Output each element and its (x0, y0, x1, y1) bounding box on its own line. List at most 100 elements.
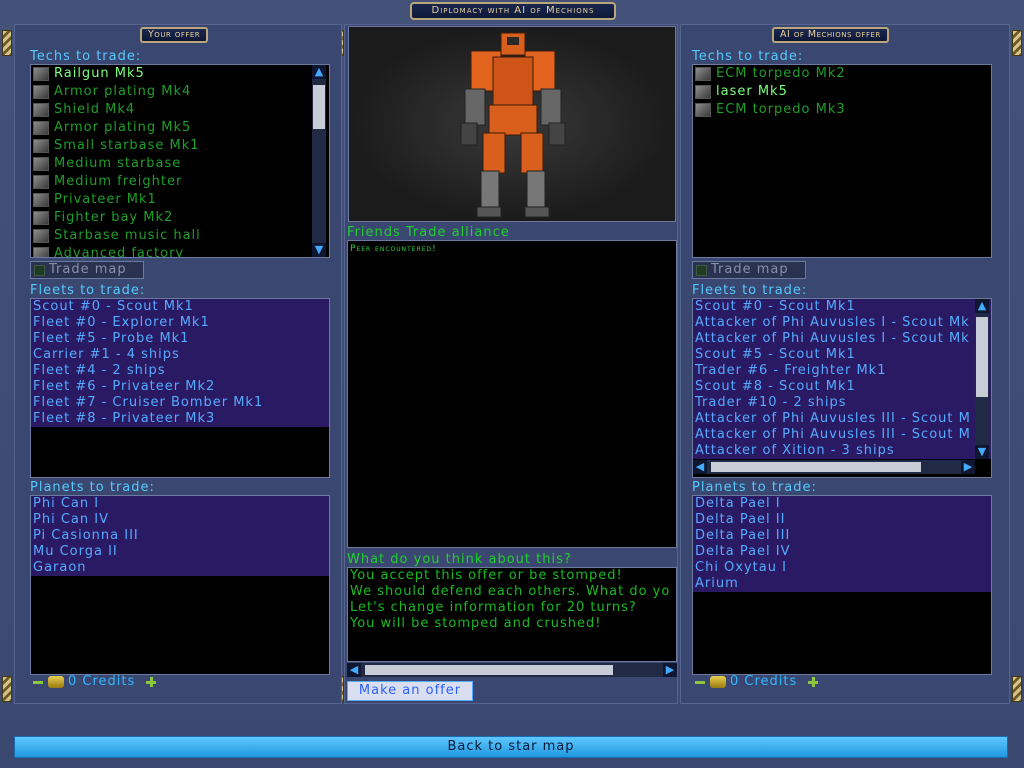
armor-icon (33, 121, 49, 135)
tech-list-item[interactable]: Armor plating Mk5 (31, 119, 329, 137)
checkbox[interactable] (34, 265, 45, 276)
planet-list-item[interactable]: Delta Pael I (693, 496, 991, 512)
tech-label: laser Mk5 (716, 84, 788, 99)
your-trade-map-toggle[interactable]: Trade map (30, 261, 144, 279)
fleet-list-item[interactable]: Fleet #6 - Privateer Mk2 (31, 379, 329, 395)
tech-list-item[interactable]: Medium freighter (31, 173, 329, 191)
shield-icon (33, 103, 49, 117)
minus-icon[interactable] (694, 676, 706, 688)
fleet-list-item[interactable]: Trader #10 - 2 ships (693, 395, 991, 411)
scroll-left-arrow-icon[interactable]: ◀ (347, 663, 361, 677)
plus-icon[interactable] (807, 676, 819, 688)
plus-icon[interactable] (145, 676, 157, 688)
ai-fleets-hscrollbar[interactable]: ◀ ▶ (693, 460, 975, 474)
armor-icon (33, 85, 49, 99)
tech-list-item[interactable]: ECM torpedo Mk3 (693, 101, 991, 119)
your-techs-list[interactable]: Railgun Mk5 Armor plating Mk4 Shield Mk4 Ar… (30, 64, 330, 258)
reply-options-list[interactable]: You accept this offer or be stomped! We … (347, 567, 677, 662)
ship-icon (33, 175, 49, 189)
planet-list-item[interactable]: Delta Pael III (693, 528, 991, 544)
log-entry: Peer encountered! (350, 244, 437, 254)
scroll-up-arrow-icon[interactable]: ▲ (975, 299, 989, 313)
your-fleets-list[interactable]: Scout #0 - Scout Mk1 Fleet #0 - Explorer … (30, 298, 330, 478)
reply-option[interactable]: We should defend each others. What do yo (350, 584, 676, 600)
fleet-list-item[interactable]: Scout #8 - Scout Mk1 (693, 379, 991, 395)
ai-planets-list[interactable]: Delta Pael I Delta Pael II Delta Pael III D… (692, 495, 992, 675)
scroll-up-arrow-icon[interactable]: ▲ (312, 65, 326, 79)
ai-fleets-scrollbar[interactable]: ▲ ▼ (975, 299, 989, 459)
scroll-down-arrow-icon[interactable]: ▼ (975, 445, 989, 459)
tech-list-item[interactable]: ECM torpedo Mk2 (693, 65, 991, 83)
torpedo-icon (695, 67, 711, 81)
tech-list-item[interactable]: Small starbase Mk1 (31, 137, 329, 155)
tech-label: ECM torpedo Mk2 (716, 66, 846, 81)
planet-list-item[interactable]: Phi Can I (31, 496, 329, 512)
tech-list-item[interactable]: Fighter bay Mk2 (31, 209, 329, 227)
fleet-list-item[interactable]: Attacker of Phi Auvusles I - Scout Mk (693, 331, 991, 347)
scroll-thumb[interactable] (711, 462, 921, 472)
scroll-left-arrow-icon[interactable]: ◀ (693, 460, 707, 474)
tech-list-item[interactable]: Shield Mk4 (31, 101, 329, 119)
fleet-list-item[interactable]: Attacker of Xition - 3 ships (693, 443, 991, 459)
scroll-down-arrow-icon[interactable]: ▼ (312, 243, 326, 257)
fleet-list-item[interactable]: Fleet #4 - 2 ships (31, 363, 329, 379)
your-fleets-label: Fleets to trade: (30, 283, 146, 298)
tech-list-item[interactable]: Medium starbase (31, 155, 329, 173)
scroll-right-arrow-icon[interactable]: ▶ (961, 460, 975, 474)
minus-icon[interactable] (32, 676, 44, 688)
ai-credits-value: 0 Credits (730, 674, 798, 689)
your-techs-scrollbar[interactable]: ▲ ▼ (312, 65, 326, 257)
tech-label: Medium starbase (54, 156, 182, 171)
fleet-list-item[interactable]: Fleet #0 - Explorer Mk1 (31, 315, 329, 331)
make-offer-button[interactable]: Make an offer (347, 681, 473, 701)
scroll-thumb[interactable] (365, 665, 613, 675)
fleet-list-item[interactable]: Carrier #1 - 4 ships (31, 347, 329, 363)
ai-trade-map-toggle[interactable]: Trade map (692, 261, 806, 279)
alien-portrait (348, 26, 676, 222)
diplomacy-log: Peer encountered! (347, 240, 677, 548)
fleet-list-item[interactable]: Attacker of Phi Auvusles III - Scout M (693, 427, 991, 443)
planet-list-item[interactable]: Delta Pael IV (693, 544, 991, 560)
tech-list-item[interactable]: Privateer Mk1 (31, 191, 329, 209)
scroll-thumb[interactable] (313, 85, 325, 129)
fleet-list-item[interactable]: Trader #6 - Freighter Mk1 (693, 363, 991, 379)
your-planets-list[interactable]: Phi Can I Phi Can IV Pi Casionna III Mu Cor… (30, 495, 330, 675)
question-prompt: What do you think about this? (347, 552, 572, 567)
planet-list-item[interactable]: Mu Corga II (31, 544, 329, 560)
fleet-list-item[interactable]: Fleet #7 - Cruiser Bomber Mk1 (31, 395, 329, 411)
back-to-star-map-button[interactable]: Back to star map (14, 736, 1008, 758)
tech-list-item[interactable]: Advanced factory (31, 245, 329, 257)
tech-list-item[interactable]: Railgun Mk5 (31, 65, 329, 83)
planet-list-item[interactable]: Garaon (31, 560, 329, 576)
checkbox[interactable] (696, 265, 707, 276)
replies-hscrollbar[interactable]: ◀ ▶ (347, 663, 677, 677)
planet-list-item[interactable]: Chi Oxytau I (693, 560, 991, 576)
tech-label: Privateer Mk1 (54, 192, 157, 207)
tech-label: Armor plating Mk4 (54, 84, 192, 99)
ai-fleets-list[interactable]: Scout #0 - Scout Mk1 Attacker of Phi Auvu… (692, 298, 992, 478)
fleet-list-item[interactable]: Fleet #5 - Probe Mk1 (31, 331, 329, 347)
fleet-list-item[interactable]: Scout #0 - Scout Mk1 (31, 299, 329, 315)
planet-list-item[interactable]: Phi Can IV (31, 512, 329, 528)
fleet-list-item[interactable]: Attacker of Phi Auvusles III - Scout M (693, 411, 991, 427)
planet-list-item[interactable]: Delta Pael II (693, 512, 991, 528)
fleet-list-item[interactable]: Attacker of Phi Auvusles I - Scout Mk (693, 315, 991, 331)
fleet-list-item[interactable]: Scout #0 - Scout Mk1 (693, 299, 991, 315)
scroll-thumb[interactable] (976, 317, 988, 397)
tech-list-item[interactable]: Armor plating Mk4 (31, 83, 329, 101)
ai-techs-list[interactable]: ECM torpedo Mk2 laser Mk5 ECM torpedo Mk3 (692, 64, 992, 258)
scroll-right-arrow-icon[interactable]: ▶ (663, 663, 677, 677)
tech-list-item[interactable]: laser Mk5 (693, 83, 991, 101)
planet-list-item[interactable]: Pi Casionna III (31, 528, 329, 544)
your-credits-control: 0 Credits (32, 674, 157, 689)
fleet-list-item[interactable]: Fleet #8 - Privateer Mk3 (31, 411, 329, 427)
reply-option[interactable]: Let's change information for 20 turns? (350, 600, 676, 616)
fleet-list-item[interactable]: Scout #5 - Scout Mk1 (693, 347, 991, 363)
tech-label: Armor plating Mk5 (54, 120, 192, 135)
torpedo-icon (695, 103, 711, 117)
tech-list-item[interactable]: Starbase music hall (31, 227, 329, 245)
ai-offer-header: AI of Mechions offer (772, 27, 889, 43)
reply-option[interactable]: You will be stomped and crushed! (350, 616, 676, 632)
planet-list-item[interactable]: Arium (693, 576, 991, 592)
reply-option[interactable]: You accept this offer or be stomped! (350, 568, 676, 584)
